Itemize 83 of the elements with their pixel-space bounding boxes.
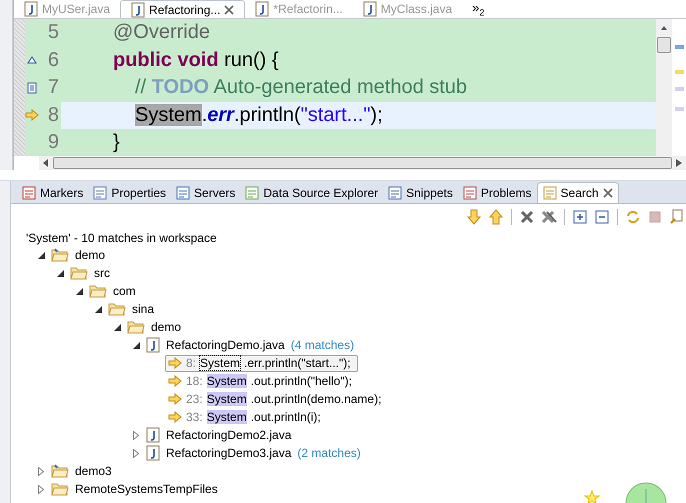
match-count: (2 matches) bbox=[297, 446, 361, 460]
task-icon bbox=[27, 82, 37, 94]
view-tab[interactable]: Markers bbox=[17, 182, 88, 203]
line-number: 6 bbox=[46, 48, 60, 72]
close-icon[interactable] bbox=[224, 4, 234, 14]
arrow-icon bbox=[168, 357, 182, 369]
tree-item-label[interactable]: RemoteSystemsTempFiles bbox=[73, 482, 220, 496]
collapse-all-button[interactable] bbox=[593, 208, 611, 226]
folder-icon bbox=[51, 482, 69, 496]
tree-item-label[interactable]: RefactoringDemo3.java bbox=[164, 446, 294, 460]
code-line: @Override bbox=[112, 20, 211, 45]
view-tab[interactable]: Data Source Explorer bbox=[240, 182, 384, 203]
expand-triangle-icon[interactable] bbox=[133, 448, 139, 458]
tab-overflow[interactable]: »$_{2}$ bbox=[462, 0, 484, 18]
line-number: 8 bbox=[46, 102, 60, 128]
collapse-triangle-icon[interactable] bbox=[94, 306, 102, 312]
tree-item-label[interactable]: demo bbox=[73, 248, 108, 262]
horizontal-scrollbar[interactable] bbox=[39, 156, 686, 170]
line-number: 7 bbox=[46, 75, 60, 100]
view-icon bbox=[542, 186, 557, 200]
search-summary: 'System' - 10 matches in workspace bbox=[25, 230, 218, 246]
view-tab[interactable]: Properties bbox=[88, 182, 172, 203]
match-count: (4 matches) bbox=[290, 338, 354, 352]
folder-icon bbox=[70, 266, 88, 280]
java-file-icon bbox=[146, 427, 160, 443]
expand-all-button[interactable] bbox=[571, 208, 589, 226]
tree-item-label[interactable]: demo3 bbox=[73, 464, 114, 478]
line-number: 9 bbox=[46, 130, 60, 155]
view-icon bbox=[22, 186, 36, 200]
code-line: // TODO Auto-generated method stub bbox=[134, 75, 468, 100]
collapse-triangle-icon[interactable] bbox=[114, 324, 120, 330]
line-number: 5 bbox=[46, 20, 60, 45]
folder-icon bbox=[108, 302, 126, 316]
tree-item-label[interactable]: src bbox=[92, 266, 112, 280]
scroll-thumb[interactable] bbox=[657, 37, 671, 53]
java-file-icon bbox=[146, 337, 160, 353]
view-icon bbox=[176, 186, 190, 200]
search-match-item[interactable]: 33: System .out.println(i); bbox=[165, 408, 328, 426]
arrow-icon bbox=[25, 108, 39, 121]
previous-match-button[interactable] bbox=[487, 208, 505, 226]
remove-match-button[interactable] bbox=[518, 208, 536, 226]
arrow-icon bbox=[168, 393, 182, 405]
folder-icon bbox=[127, 320, 145, 334]
search-match-item[interactable]: 23: System .out.println(demo.name); bbox=[165, 390, 388, 408]
arrow-icon bbox=[168, 375, 182, 387]
search-match-item[interactable]: 8: System .err.println("start..."); bbox=[165, 354, 358, 372]
remove-all-matches-button[interactable] bbox=[540, 208, 558, 226]
next-match-button[interactable] bbox=[465, 208, 483, 226]
vertical-scrollbar[interactable] bbox=[656, 19, 672, 156]
view-icon bbox=[245, 186, 260, 200]
tree-item-label[interactable]: com bbox=[111, 284, 138, 298]
tree-item-label[interactable]: sina bbox=[130, 302, 156, 316]
code-line: public void run() { bbox=[112, 48, 280, 72]
editor-tab[interactable]: Refactoring... bbox=[120, 0, 246, 18]
view-tab[interactable]: Servers bbox=[171, 182, 240, 203]
arrow-icon bbox=[168, 411, 182, 423]
collapse-triangle-icon[interactable] bbox=[38, 252, 44, 258]
tree-item-label[interactable]: RefactoringDemo2.java bbox=[164, 428, 294, 442]
expand-triangle-icon[interactable] bbox=[38, 484, 44, 494]
view-icon bbox=[93, 186, 108, 200]
collapse-triangle-icon[interactable] bbox=[132, 342, 140, 348]
tree-item-label[interactable]: RefactoringDemo.java bbox=[164, 338, 287, 352]
scroll-left-icon[interactable] bbox=[43, 159, 49, 167]
folder-icon bbox=[51, 248, 69, 262]
collapse-triangle-icon[interactable] bbox=[56, 270, 64, 276]
collapse-triangle-icon[interactable] bbox=[76, 288, 82, 294]
folder-icon bbox=[51, 464, 69, 478]
folder-icon bbox=[89, 284, 107, 298]
scroll-up-icon[interactable] bbox=[660, 25, 668, 31]
tree-item-label[interactable]: demo bbox=[149, 320, 184, 334]
scroll-right-icon[interactable] bbox=[676, 159, 682, 167]
expand-triangle-icon[interactable] bbox=[38, 466, 44, 476]
view-tab[interactable]: Search bbox=[536, 182, 619, 203]
view-icon bbox=[388, 186, 402, 200]
override-triangle-icon bbox=[27, 56, 37, 64]
close-icon[interactable] bbox=[602, 188, 613, 198]
code-line: } bbox=[112, 130, 121, 155]
expand-triangle-icon[interactable] bbox=[133, 430, 139, 440]
java-file-icon bbox=[146, 445, 160, 461]
view-tab[interactable]: Snippets bbox=[383, 182, 458, 203]
view-tab[interactable]: Problems bbox=[458, 182, 537, 203]
view-icon bbox=[462, 186, 477, 200]
search-match-item[interactable]: 18: System .out.println("hello"); bbox=[165, 372, 359, 390]
